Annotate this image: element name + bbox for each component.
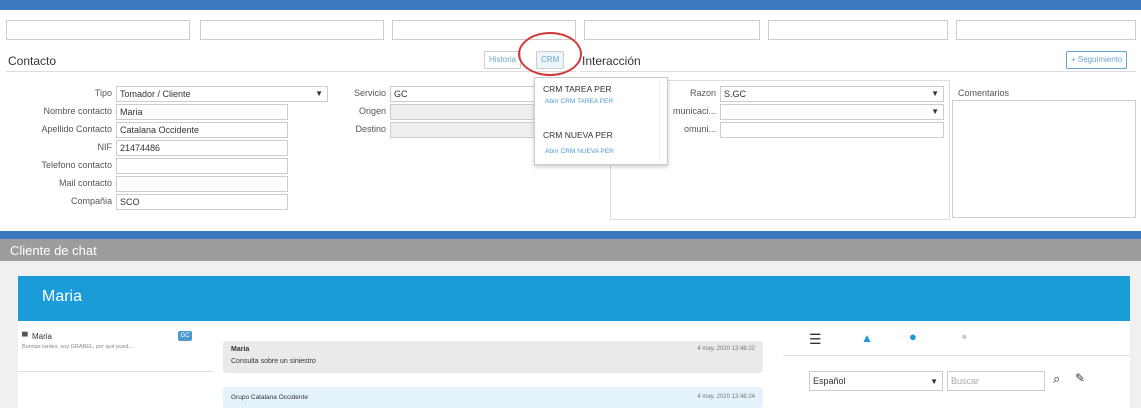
chat-bubble-icon: ▀ — [22, 332, 28, 341]
interaccion-title: Interacción — [582, 54, 641, 68]
edit-icon[interactable]: ✎ — [1075, 371, 1085, 385]
nif-input[interactable]: 21474486 — [116, 140, 288, 156]
tipo-label: Tipo — [94, 88, 112, 98]
comentarios-label: Comentarios — [958, 88, 1010, 98]
compania-input[interactable]: SCO — [116, 194, 288, 210]
message-received: Maria 4 may. 2020 13:48:22 Consulta sobr… — [223, 341, 763, 373]
destino-input[interactable] — [390, 122, 536, 138]
top-blue-bar — [0, 0, 1141, 10]
comuni2-input[interactable] — [720, 122, 944, 138]
razon-label: Razon — [689, 88, 716, 98]
interaccion-header: Interacción + Seguimiento — [580, 48, 1136, 72]
servicio-label: Servicio — [353, 88, 386, 98]
crm-tarea-title: CRM TAREA PER — [543, 84, 612, 94]
tipo-value: Tomador / Cliente — [120, 89, 191, 99]
telefono-input[interactable] — [116, 158, 288, 174]
message-time: 4 may. 2020 13:48:24 — [697, 394, 755, 400]
conversation-badge: GC — [178, 331, 192, 341]
tipo-select[interactable]: Tomador / Cliente ▼ — [116, 86, 328, 102]
crm-dropdown: CRM TAREA PER Abrir CRM TAREA PER CRM NU… — [534, 77, 668, 165]
search-icon[interactable]: ⌕ — [1053, 371, 1060, 387]
contacto-title: Contacto — [8, 54, 57, 68]
top-field-4[interactable] — [584, 20, 760, 40]
crm-nueva-link[interactable]: Abrir CRM NUEVA PER — [545, 148, 614, 155]
chat-header-bar: Cliente de chat — [0, 239, 1141, 261]
comentarios-textarea[interactable] — [952, 100, 1136, 218]
chevron-down-icon: ▼ — [930, 377, 938, 386]
destino-label: Destino — [355, 124, 386, 134]
add-user-icon[interactable]: ● — [909, 329, 917, 344]
mail-label: Mail contacto — [58, 178, 112, 188]
contacto-header: Contacto Historia CRM — [6, 48, 576, 72]
comunicacion-select[interactable]: ▼ — [720, 104, 944, 120]
conversation-name: Maria — [32, 332, 53, 341]
annotation-circle — [518, 32, 582, 76]
search-input[interactable]: Buscar — [947, 371, 1045, 391]
crm-tarea-link[interactable]: Abrir CRM TAREA PER — [545, 98, 613, 105]
top-field-1[interactable] — [6, 20, 190, 40]
compania-label: Compañia — [70, 196, 112, 206]
top-field-2[interactable] — [200, 20, 384, 40]
origen-label: Origen — [358, 106, 386, 116]
top-field-6[interactable] — [956, 20, 1136, 40]
nombre-label: Nombre contacto — [43, 106, 112, 116]
servicio-select[interactable]: GC — [390, 86, 536, 102]
divider — [18, 371, 213, 372]
crm-nueva-title: CRM NUEVA PER — [543, 130, 613, 140]
chevron-down-icon: ▼ — [315, 89, 323, 98]
conversation-list: ▀ Maria GC Buenas tardes, soy GRABEL, po… — [18, 321, 213, 408]
seguimiento-button[interactable]: + Seguimiento — [1066, 51, 1128, 69]
dropdown-scrollbar[interactable] — [659, 80, 665, 162]
apellido-input[interactable]: Catalana Occidente — [116, 122, 288, 138]
language-select[interactable]: Español ▼ — [809, 371, 943, 391]
nombre-input[interactable]: Maria — [116, 104, 288, 120]
chat-contact-name: Maria — [42, 288, 83, 305]
comuni2-label: omuni... — [683, 124, 716, 134]
chevron-down-icon: ▼ — [931, 107, 939, 116]
chat-icon[interactable]: ● — [961, 331, 968, 343]
top-field-5[interactable] — [768, 20, 948, 40]
chat-header-title: Cliente de chat — [10, 243, 97, 258]
mail-input[interactable] — [116, 176, 288, 192]
conversation-preview: Buenas tardes, soy GRABEL, por qué pued.… — [22, 344, 133, 350]
razon-value: S.GC — [724, 89, 747, 99]
lock-icon[interactable]: ▲ — [861, 331, 873, 345]
nif-label: NIF — [97, 142, 113, 152]
message-author: Grupo Catalana Occidente — [231, 394, 308, 401]
origen-input[interactable] — [390, 104, 536, 120]
razon-select[interactable]: S.GC ▼ — [720, 86, 944, 102]
apellido-label: Apellido Contacto — [41, 124, 112, 134]
message-author: Maria — [231, 346, 250, 353]
conversation-item[interactable]: ▀ Maria GC Buenas tardes, soy GRABEL, po… — [18, 329, 213, 367]
comunicacion-label: municaci... — [672, 106, 716, 116]
chat-banner: Maria — [18, 276, 1130, 321]
message-text: Consulta sobre un siniestro — [231, 358, 316, 365]
message-pane: Maria 4 may. 2020 13:48:22 Consulta sobr… — [213, 321, 783, 408]
chat-tools-panel: ☰ ▲ ● ● Español ▼ Buscar ⌕ ✎ — [783, 321, 1130, 408]
message-time: 4 may. 2020 13:48:22 — [697, 346, 755, 352]
language-value: Español — [813, 376, 846, 386]
chevron-down-icon: ▼ — [931, 89, 939, 98]
message-sent: Grupo Catalana Occidente 4 may. 2020 13:… — [223, 387, 763, 408]
divider — [783, 355, 1130, 356]
telefono-label: Telefono contacto — [41, 160, 112, 170]
list-icon[interactable]: ☰ — [809, 331, 822, 348]
chat-divider — [0, 231, 1141, 239]
historia-button[interactable]: Historia — [484, 51, 522, 69]
